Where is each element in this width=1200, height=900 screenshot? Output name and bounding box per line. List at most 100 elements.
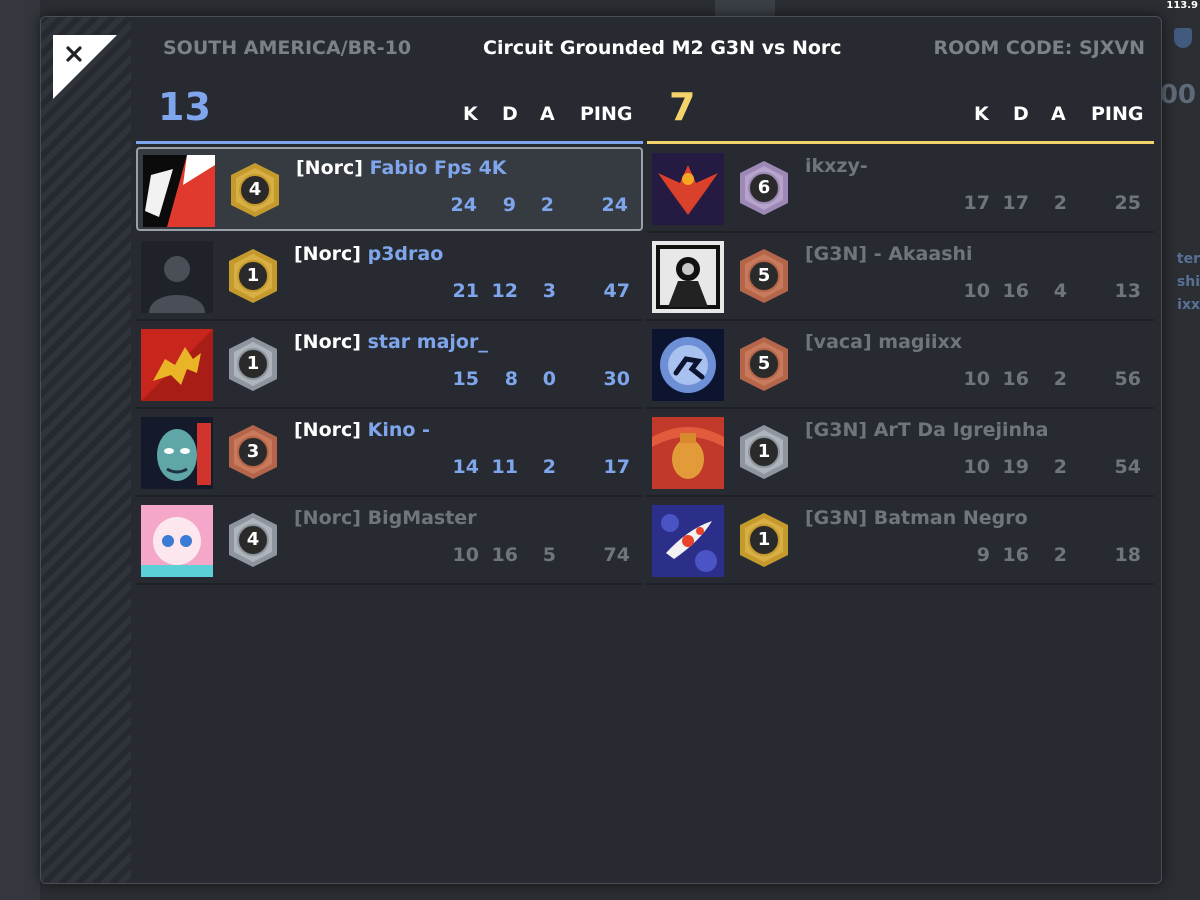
stat-a: 4 <box>1053 280 1067 302</box>
team-score: 13 <box>158 85 211 129</box>
rank-badge: 1 <box>226 335 280 393</box>
player-avatar[interactable] <box>652 417 724 489</box>
background-score: 00 <box>1159 80 1196 110</box>
clan-tag: [Norc] <box>294 419 361 441</box>
player-row[interactable]: 5 [G3N] - Akaashi 10 16 4 13 <box>647 235 1154 321</box>
rank-badge: 4 <box>228 161 282 219</box>
col-ping: PING <box>1091 103 1144 125</box>
stat-d: 19 <box>1002 456 1029 478</box>
player-name[interactable]: [Norc] star major_ <box>294 331 488 353</box>
rank-badge: 1 <box>737 511 791 569</box>
player-level: 1 <box>757 529 771 550</box>
player-name[interactable]: [Norc] BigMaster <box>294 507 477 529</box>
player-name[interactable]: ikxzy- <box>805 155 868 177</box>
stat-ping: 56 <box>1114 368 1141 390</box>
player-avatar[interactable] <box>141 417 213 489</box>
stat-d: 8 <box>504 368 518 390</box>
player-avatar[interactable] <box>141 329 213 401</box>
rank-badge: 5 <box>737 335 791 393</box>
player-avatar[interactable] <box>652 505 724 577</box>
rank-badge: 4 <box>226 511 280 569</box>
player-row[interactable]: 1 [Norc] p3drao 21 12 3 47 <box>136 235 643 321</box>
player-row[interactable]: 1 [Norc] star major_ 15 8 0 30 <box>136 323 643 409</box>
stat-k: 17 <box>963 192 990 214</box>
player-row[interactable]: 1 [G3N] Batman Negro 9 16 2 18 <box>647 499 1154 585</box>
player-name[interactable]: [vaca] magiixx <box>805 331 962 353</box>
background-list: ter shi ixx <box>1176 251 1200 313</box>
stat-k: 9 <box>976 544 990 566</box>
player-level: 1 <box>246 265 260 286</box>
stat-d: 12 <box>491 280 518 302</box>
rank-badge: 5 <box>737 247 791 305</box>
player-name[interactable]: [Norc] Fabio Fps 4K <box>296 157 507 179</box>
clan-tag: [Norc] <box>294 507 361 529</box>
player-row[interactable]: 6 ikxzy- 17 17 2 25 <box>647 147 1154 233</box>
stat-d: 11 <box>491 456 518 478</box>
player-level: 1 <box>757 441 771 462</box>
player-name[interactable]: [G3N] Batman Negro <box>805 507 1028 529</box>
stat-d: 16 <box>1002 280 1029 302</box>
stat-k: 15 <box>452 368 479 390</box>
col-d: D <box>1013 103 1029 125</box>
player-name[interactable]: [Norc] p3drao <box>294 243 443 265</box>
stat-a: 2 <box>540 194 554 216</box>
clan-tag: [G3N] <box>805 419 868 441</box>
player-avatar[interactable] <box>652 241 724 313</box>
clan-tag: [Norc] <box>294 243 361 265</box>
stat-a: 0 <box>542 368 556 390</box>
player-nickname: ArT Da Igrejinha <box>873 419 1049 441</box>
player-level: 1 <box>246 353 260 374</box>
stat-a: 2 <box>1053 368 1067 390</box>
stat-ping: 47 <box>603 280 630 302</box>
close-button[interactable] <box>53 35 117 99</box>
player-avatar[interactable] <box>143 155 215 227</box>
side-stripe <box>41 17 131 883</box>
fps-counter: 113.9 <box>1166 0 1198 11</box>
player-row[interactable]: 4 [Norc] Fabio Fps 4K 24 9 2 24 <box>136 147 643 231</box>
server-region: SOUTH AMERICA/BR-10 <box>163 37 412 59</box>
player-row[interactable]: 4 [Norc] BigMaster 10 16 5 74 <box>136 499 643 585</box>
player-level: 5 <box>757 265 771 286</box>
col-k: K <box>974 103 989 125</box>
clan-tag: [Norc] <box>294 331 361 353</box>
player-row[interactable]: 3 [Norc] Kino - 14 11 2 17 <box>136 411 643 497</box>
stat-k: 10 <box>963 280 990 302</box>
col-d: D <box>502 103 518 125</box>
scoreboard-panel: SOUTH AMERICA/BR-10 Circuit Grounded M2 … <box>40 16 1162 884</box>
room-code: ROOM CODE: SJXVN <box>933 37 1145 59</box>
stat-ping: 18 <box>1114 544 1141 566</box>
player-avatar[interactable] <box>652 153 724 225</box>
close-icon <box>53 35 117 99</box>
player-row[interactable]: 1 [G3N] ArT Da Igrejinha 10 19 2 54 <box>647 411 1154 497</box>
stat-d: 16 <box>491 544 518 566</box>
player-row[interactable]: 5 [vaca] magiixx 10 16 2 56 <box>647 323 1154 409</box>
player-name[interactable]: [G3N] - Akaashi <box>805 243 973 265</box>
player-level: 5 <box>757 353 771 374</box>
player-nickname: Batman Negro <box>873 507 1028 529</box>
player-avatar[interactable] <box>652 329 724 401</box>
player-level: 4 <box>248 179 262 200</box>
stat-k: 10 <box>963 456 990 478</box>
player-name[interactable]: [G3N] ArT Da Igrejinha <box>805 419 1048 441</box>
match-title: Circuit Grounded M2 G3N vs Norc <box>483 37 842 59</box>
clan-tag: [G3N] <box>805 507 868 529</box>
stat-a: 2 <box>1053 456 1067 478</box>
player-level: 6 <box>757 177 771 198</box>
rank-badge: 3 <box>226 423 280 481</box>
player-avatar[interactable] <box>141 505 213 577</box>
stat-k: 14 <box>452 456 479 478</box>
stat-ping: 24 <box>601 194 628 216</box>
stat-ping: 13 <box>1114 280 1141 302</box>
player-name[interactable]: [Norc] Kino - <box>294 419 430 441</box>
player-avatar[interactable] <box>141 241 213 313</box>
team-underline <box>647 141 1154 144</box>
rank-badge: 1 <box>737 423 791 481</box>
rank-badge: 1 <box>226 247 280 305</box>
stat-d: 17 <box>1002 192 1029 214</box>
player-nickname: p3drao <box>367 243 444 265</box>
col-a: A <box>540 103 555 125</box>
stat-k: 10 <box>963 368 990 390</box>
stat-k: 10 <box>452 544 479 566</box>
col-a: A <box>1051 103 1066 125</box>
clan-tag: [G3N] <box>805 243 868 265</box>
